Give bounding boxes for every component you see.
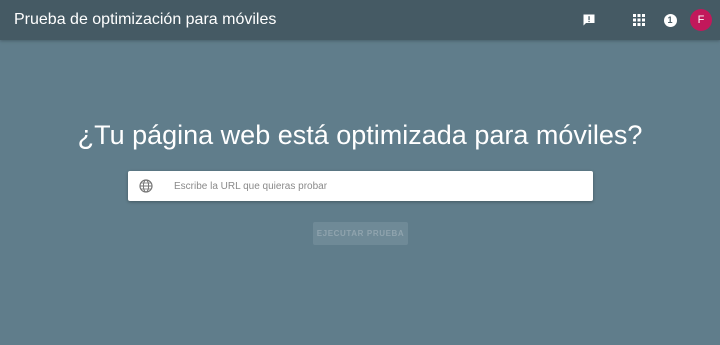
page: Prueba de optimización para móviles 1 F … — [0, 0, 720, 345]
account-avatar[interactable]: F — [690, 9, 712, 31]
notifications-icon: 1 — [663, 13, 677, 27]
feedback-icon — [583, 14, 595, 26]
app-title: Prueba de optimización para móviles — [14, 11, 277, 28]
page-headline: ¿Tu página web está optimizada para móvi… — [77, 120, 643, 150]
apps-button[interactable] — [627, 8, 651, 32]
run-test-button[interactable]: EJECUTAR PRUEBA — [313, 222, 408, 245]
globe-icon — [139, 179, 153, 193]
apps-grid-icon — [633, 14, 645, 26]
top-app-bar: Prueba de optimización para móviles 1 F — [0, 0, 720, 40]
feedback-button[interactable] — [577, 8, 601, 32]
url-input[interactable] — [174, 171, 584, 201]
notifications-button[interactable]: 1 — [658, 8, 682, 32]
url-search-box — [128, 171, 593, 201]
